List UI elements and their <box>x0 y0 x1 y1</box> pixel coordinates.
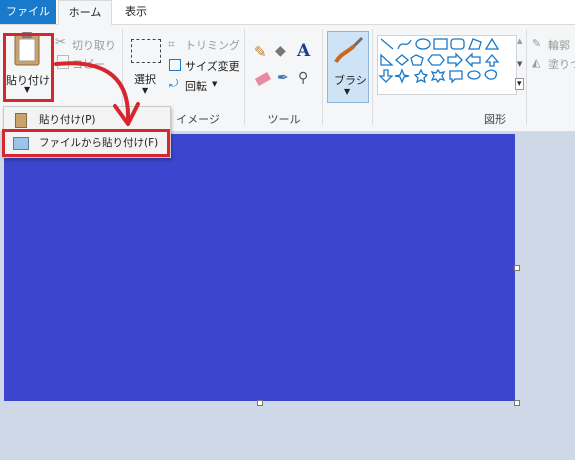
annotation-arrow <box>54 61 140 126</box>
